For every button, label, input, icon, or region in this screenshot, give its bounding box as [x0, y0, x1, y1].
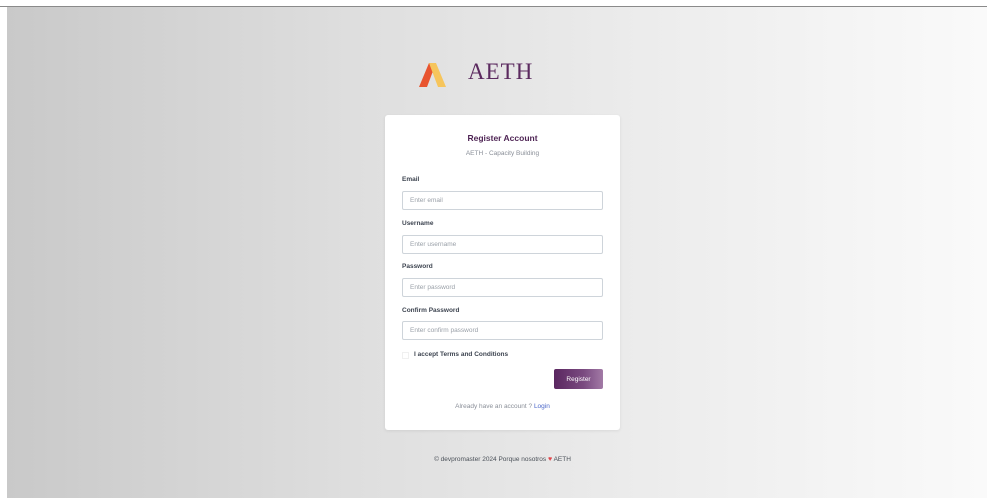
brand-logo: AETH: [416, 55, 542, 91]
heart-icon: ♥: [547, 456, 553, 463]
password-field[interactable]: [402, 278, 603, 297]
confirm-password-label: Confirm Password: [402, 307, 460, 314]
brand-name: AETH: [468, 59, 534, 84]
terms-checkbox[interactable]: [402, 352, 409, 359]
footer: © devpromaster 2024 Porque nosotros ♥ AE…: [385, 456, 620, 463]
register-card: Register Account AETH - Capacity Buildin…: [385, 115, 620, 430]
terms-label[interactable]: I accept Terms and Conditions: [414, 351, 508, 358]
username-field[interactable]: [402, 235, 603, 254]
register-button[interactable]: Register: [554, 369, 603, 389]
email-label: Email: [402, 176, 420, 183]
login-prompt: Already have an account ? Login: [385, 403, 620, 410]
top-divider: [0, 0, 987, 7]
card-subtitle: AETH - Capacity Building: [465, 150, 540, 157]
footer-brand: AETH: [553, 456, 571, 463]
email-field[interactable]: [402, 191, 603, 210]
confirm-password-field[interactable]: [402, 321, 603, 340]
card-title: Register Account: [467, 133, 538, 143]
aeth-logo-icon: [419, 63, 446, 87]
footer-text: © devpromaster 2024 Porque nosotros: [434, 456, 547, 463]
login-link[interactable]: Login: [534, 403, 550, 410]
password-label: Password: [402, 263, 433, 270]
username-label: Username: [402, 220, 434, 227]
login-prompt-text: Already have an account ?: [455, 403, 533, 410]
